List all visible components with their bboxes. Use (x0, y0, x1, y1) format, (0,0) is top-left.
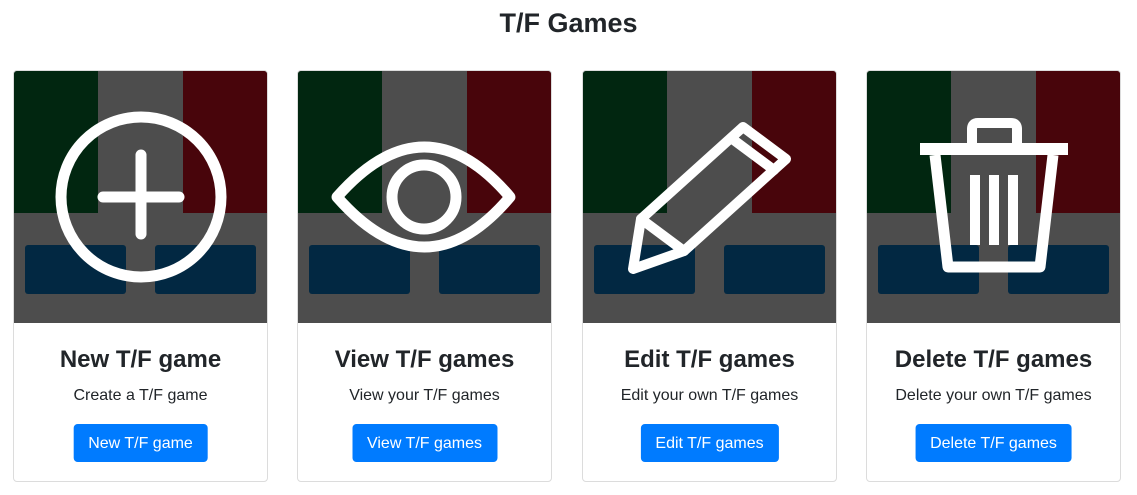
new-game-button[interactable]: New T/F game (73, 424, 208, 462)
card-edit-games: Edit T/F games Edit your own T/F games E… (582, 70, 837, 482)
edit-games-button[interactable]: Edit T/F games (640, 424, 779, 462)
page-title: T/F Games (499, 8, 638, 38)
card-view-games: View T/F games View your T/F games View … (297, 70, 552, 482)
card-text: View your T/F games (349, 387, 500, 404)
card-title: New T/F game (59, 346, 222, 373)
card-image-view (298, 71, 551, 323)
card-title: Delete T/F games (894, 346, 1093, 373)
card-image-delete (867, 71, 1120, 323)
card-text: Edit your own T/F games (620, 387, 799, 404)
card-image-new (14, 71, 267, 323)
card-new-game: New T/F game Create a T/F game New T/F g… (13, 70, 268, 482)
view-games-button[interactable]: View T/F games (351, 424, 498, 462)
card-title: View T/F games (334, 346, 515, 373)
card-text: Create a T/F game (73, 387, 208, 404)
card-title: Edit T/F games (624, 346, 795, 373)
card-text: Delete your own T/F games (895, 387, 1092, 404)
delete-games-button[interactable]: Delete T/F games (915, 424, 1072, 462)
card-image-edit (583, 71, 836, 323)
card-delete-games: Delete T/F games Delete your own T/F gam… (866, 70, 1121, 482)
